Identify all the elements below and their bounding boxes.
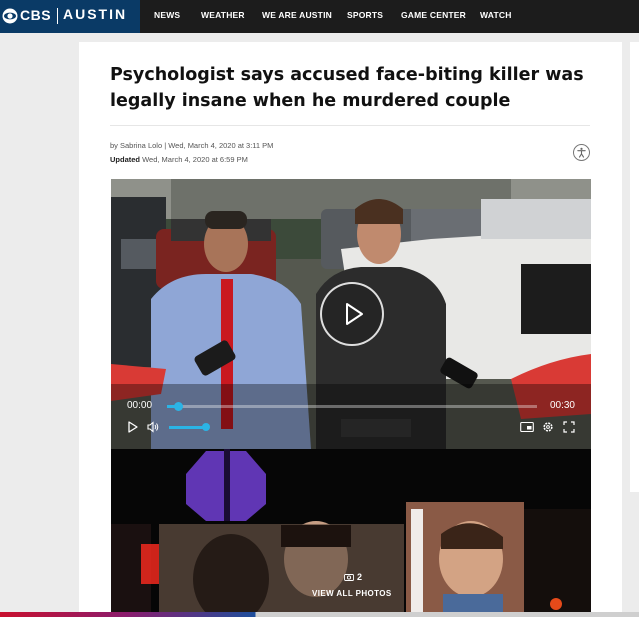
headline-line-1: Psychologist says accused face-biting ki…: [110, 65, 584, 85]
photo-gallery[interactable]: 2 VIEW ALL PHOTOS: [111, 449, 591, 617]
accessibility-icon: [577, 147, 586, 158]
top-navigation: CBS AUSTIN NEWS WEATHER WE ARE AUSTIN SP…: [0, 0, 639, 33]
volume-handle[interactable]: [202, 423, 210, 431]
duration: 00:30: [549, 400, 575, 411]
captions-icon[interactable]: [520, 421, 534, 433]
brand-network: CBS: [20, 7, 52, 23]
cbs-eye-icon: [2, 8, 18, 24]
nav-game-center[interactable]: GAME CENTER: [401, 10, 466, 20]
play-icon[interactable]: [127, 421, 139, 433]
photo-count-value: 2: [357, 572, 363, 582]
updated-time: Wed, March 4, 2020 at 6:59 PM: [142, 155, 248, 164]
fullscreen-icon[interactable]: [563, 421, 575, 433]
nav-news[interactable]: NEWS: [154, 10, 180, 20]
headline-divider: [110, 125, 590, 126]
article-headline: Psychologist says accused face-biting ki…: [110, 62, 590, 114]
current-time: 00:00: [127, 400, 153, 411]
progress-bar[interactable]: [167, 402, 537, 411]
brand-city: AUSTIN: [63, 6, 128, 22]
nav-weather[interactable]: WEATHER: [201, 10, 245, 20]
nav-sports[interactable]: SPORTS: [347, 10, 383, 20]
photo-count: 2: [344, 572, 362, 582]
play-overlay-button[interactable]: [320, 282, 384, 346]
article-updated: Updated Wed, March 4, 2020 at 6:59 PM: [110, 155, 248, 164]
volume-icon[interactable]: [147, 421, 159, 433]
right-rail: [630, 42, 639, 492]
updated-label: Updated: [110, 155, 140, 164]
headline-line-2: legally insane when he murdered couple: [110, 91, 511, 111]
article-byline: by Sabrina Lolo | Wed, March 4, 2020 at …: [110, 141, 274, 150]
page-accent-bar: [0, 612, 639, 617]
settings-icon[interactable]: [542, 421, 554, 433]
volume-slider[interactable]: [169, 426, 205, 429]
view-all-photos-link[interactable]: VIEW ALL PHOTOS: [312, 589, 392, 598]
video-player[interactable]: 00:00 00:30: [111, 179, 591, 449]
brand-divider: [57, 8, 58, 24]
brand-logo[interactable]: CBS AUSTIN: [0, 0, 140, 33]
accessibility-button[interactable]: [573, 144, 590, 161]
nav-watch[interactable]: WATCH: [480, 10, 512, 20]
nav-we-are-austin[interactable]: WE ARE AUSTIN: [262, 10, 332, 20]
play-large-icon: [346, 303, 363, 325]
camera-icon: [344, 574, 354, 581]
